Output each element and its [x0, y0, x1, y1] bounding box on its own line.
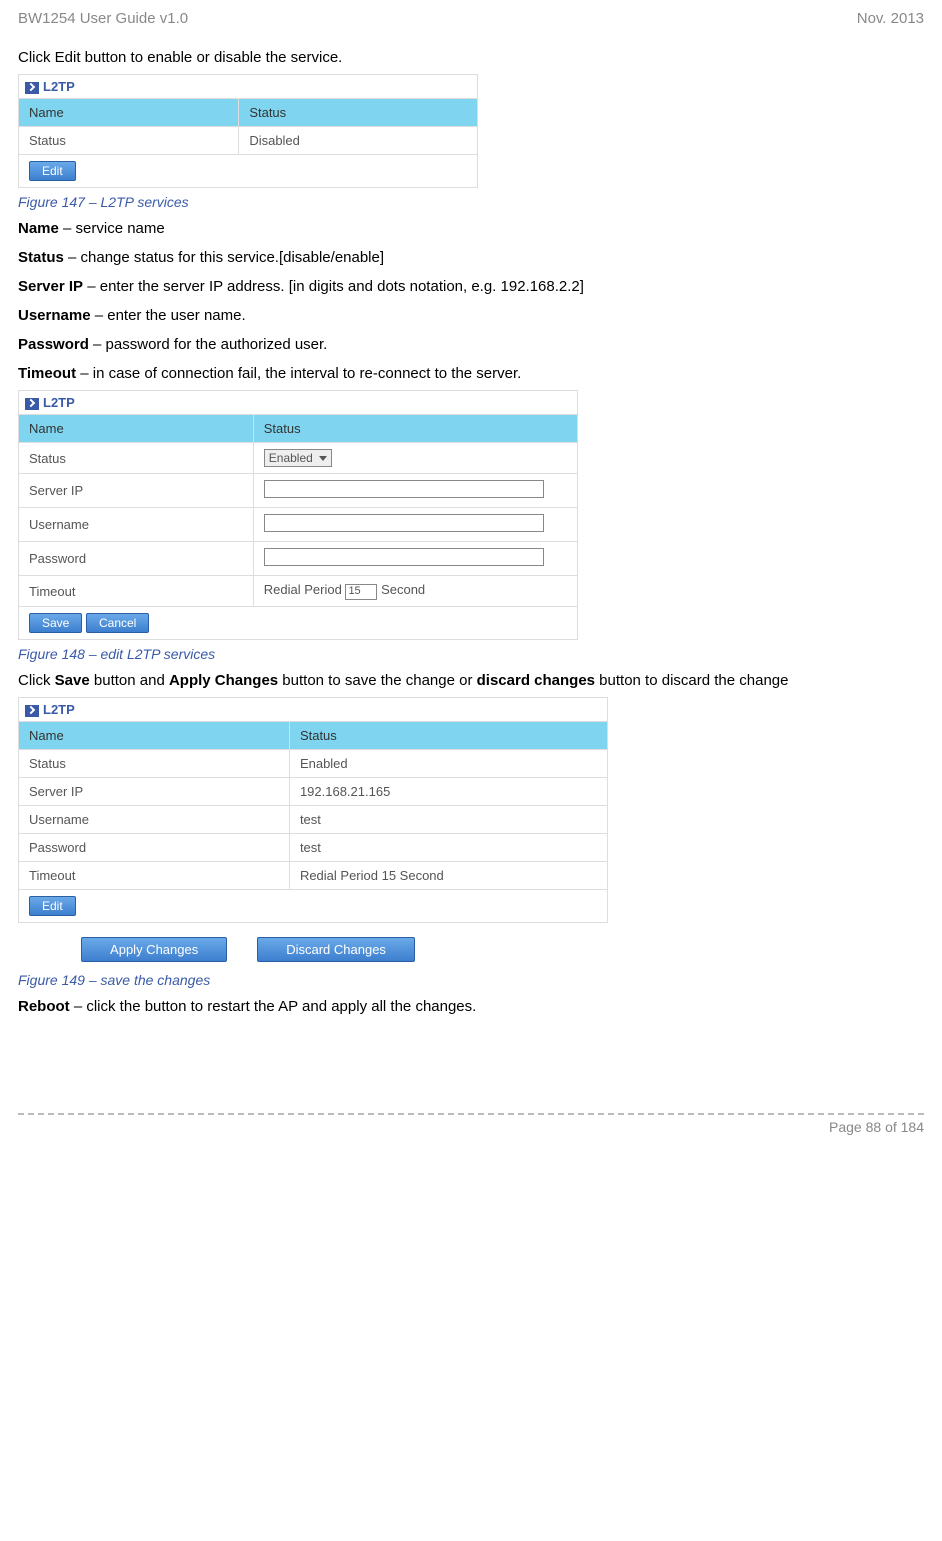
col-status: Status: [253, 415, 577, 443]
row-label-serverip: Server IP: [19, 778, 290, 806]
row-label-timeout: Timeout: [19, 862, 290, 890]
doc-date: Nov. 2013: [857, 10, 924, 27]
col-name: Name: [19, 99, 239, 127]
timeout-input[interactable]: 15: [345, 584, 377, 600]
col-status: Status: [239, 99, 478, 127]
save-button[interactable]: Save: [29, 613, 82, 633]
figure-149-caption: Figure 149 – save the changes: [18, 972, 924, 988]
def-name: Name – service name: [18, 218, 924, 239]
row-label-status: Status: [19, 127, 239, 155]
def-timeout: Timeout – in case of connection fail, th…: [18, 363, 924, 384]
l2tp-table-disabled: L2TP Name Status Status Disabled Edit: [18, 74, 478, 188]
table-title: L2TP: [43, 79, 75, 94]
row-value-serverip: 192.168.21.165: [289, 778, 607, 806]
doc-title: BW1254 User Guide v1.0: [18, 10, 188, 27]
row-value-status: Enabled: [253, 443, 577, 474]
l2tp-icon: [25, 82, 39, 94]
col-name: Name: [19, 415, 254, 443]
apply-changes-button[interactable]: Apply Changes: [81, 937, 227, 962]
row-label-status: Status: [19, 443, 254, 474]
row-label-timeout: Timeout: [19, 576, 254, 607]
row-value-username: test: [289, 806, 607, 834]
row-value-timeout: Redial Period 15 Second: [253, 576, 577, 607]
row-label-password: Password: [19, 542, 254, 576]
l2tp-table-edit: L2TP Name Status Status Enabled Server I…: [18, 390, 578, 640]
chevron-down-icon: [319, 456, 327, 461]
l2tp-icon: [25, 398, 39, 410]
intro-paragraph: Click Edit button to enable or disable t…: [18, 47, 924, 68]
l2tp-table-saved: L2TP Name Status StatusEnabled Server IP…: [18, 697, 608, 923]
def-password: Password – password for the authorized u…: [18, 334, 924, 355]
row-label-status: Status: [19, 750, 290, 778]
col-name: Name: [19, 722, 290, 750]
discard-changes-button[interactable]: Discard Changes: [257, 937, 415, 962]
row-label-username: Username: [19, 806, 290, 834]
row-value-password: test: [289, 834, 607, 862]
figure-147-caption: Figure 147 – L2TP services: [18, 194, 924, 210]
def-username: Username – enter the user name.: [18, 305, 924, 326]
edit-button[interactable]: Edit: [29, 161, 76, 181]
figure-148-caption: Figure 148 – edit L2TP services: [18, 646, 924, 662]
row-value-status: Enabled: [289, 750, 607, 778]
row-label-password: Password: [19, 834, 290, 862]
password-input[interactable]: [264, 548, 544, 566]
col-status: Status: [289, 722, 607, 750]
save-paragraph: Click Save button and Apply Changes butt…: [18, 670, 924, 691]
l2tp-icon: [25, 705, 39, 717]
username-input[interactable]: [264, 514, 544, 532]
def-reboot: Reboot – click the button to restart the…: [18, 996, 924, 1017]
table-title: L2TP: [43, 395, 75, 410]
page-number: Page 88 of 184: [0, 1115, 942, 1145]
edit-button[interactable]: Edit: [29, 896, 76, 916]
cancel-button[interactable]: Cancel: [86, 613, 149, 633]
row-value-status: Disabled: [239, 127, 478, 155]
row-label-serverip: Server IP: [19, 474, 254, 508]
def-serverip: Server IP – enter the server IP address.…: [18, 276, 924, 297]
status-select[interactable]: Enabled: [264, 449, 332, 467]
table-title: L2TP: [43, 702, 75, 717]
row-value-timeout: Redial Period 15 Second: [289, 862, 607, 890]
def-status: Status – change status for this service.…: [18, 247, 924, 268]
serverip-input[interactable]: [264, 480, 544, 498]
row-label-username: Username: [19, 508, 254, 542]
